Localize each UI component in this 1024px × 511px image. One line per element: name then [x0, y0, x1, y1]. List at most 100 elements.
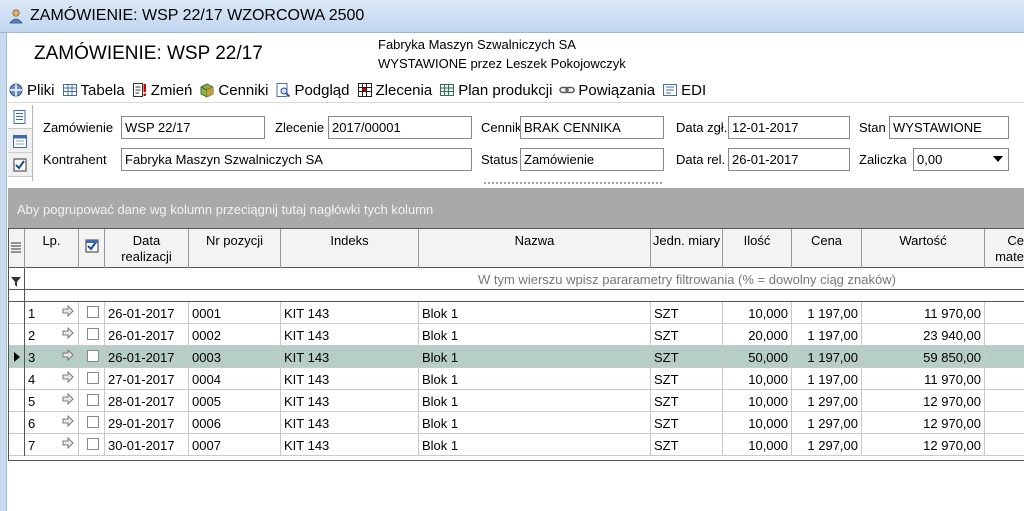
row-checkbox[interactable] — [79, 302, 105, 324]
column-header-jedn-miary[interactable]: Jedn. miary — [651, 229, 723, 268]
row-detail-arrow-icon[interactable] — [62, 414, 79, 431]
row-checkbox[interactable] — [79, 412, 105, 434]
row-indicator[interactable] — [8, 412, 25, 434]
cell-ilosc[interactable]: 10,000 — [723, 412, 792, 434]
cell-jm[interactable]: SZT — [651, 390, 723, 412]
row-indicator[interactable] — [8, 390, 25, 412]
cell-ilosc[interactable]: 20,000 — [723, 324, 792, 346]
cell-ilosc[interactable]: 10,000 — [723, 390, 792, 412]
data-zgl-field[interactable]: 12-01-2017 — [728, 116, 850, 139]
cell-jm[interactable]: SZT — [651, 434, 723, 456]
cell-nazwa[interactable]: Blok 1 — [419, 412, 651, 434]
cell-wartosc[interactable]: 59 850,00 — [862, 346, 985, 368]
cell-nr[interactable]: 0002 — [189, 324, 281, 346]
chevron-down-icon[interactable] — [991, 152, 1005, 166]
cell-jm[interactable]: SZT — [651, 346, 723, 368]
zlecenie-field[interactable]: 2017/00001 — [328, 116, 472, 139]
cell-indeks[interactable]: KIT 143 — [281, 324, 419, 346]
cell-jm[interactable]: SZT — [651, 302, 723, 324]
cell-data[interactable]: 29-01-2017 — [105, 412, 189, 434]
cell-nr[interactable]: 0006 — [189, 412, 281, 434]
tab-details[interactable] — [8, 105, 32, 129]
cell-cena[interactable]: 1 197,00 — [792, 368, 862, 390]
new-row-placeholder[interactable] — [8, 290, 1024, 302]
cell-indeks[interactable]: KIT 143 — [281, 346, 419, 368]
column-header-checkbox[interactable] — [79, 229, 105, 268]
cell-data[interactable]: 26-01-2017 — [105, 302, 189, 324]
filter-row[interactable]: W tym wierszu wpisz pararametry filtrowa… — [8, 268, 1024, 290]
cell-indeks[interactable]: KIT 143 — [281, 302, 419, 324]
pricelists-button[interactable]: Cenniki — [199, 82, 268, 99]
status-field[interactable]: Zamówienie — [520, 148, 664, 171]
cell-nr[interactable]: 0005 — [189, 390, 281, 412]
row-indicator[interactable] — [8, 434, 25, 456]
kontrahent-field[interactable]: Fabryka Maszyn Szwalniczych SA — [121, 148, 472, 171]
row-checkbox[interactable] — [79, 324, 105, 346]
cell-nr[interactable]: 0004 — [189, 368, 281, 390]
cell-wartosc[interactable]: 11 970,00 — [862, 368, 985, 390]
column-header-ilosc[interactable]: Ilość — [723, 229, 792, 268]
table-row[interactable]: 6 29-01-2017 0006 KIT 143 Blok 1 SZT 10,000 1 2… — [8, 412, 1024, 434]
cell-indeks[interactable]: KIT 143 — [281, 412, 419, 434]
cell-cena-materialu[interactable] — [985, 412, 1024, 434]
cell-jm[interactable]: SZT — [651, 368, 723, 390]
edit-button[interactable]: Zmień — [132, 82, 192, 99]
cell-cena[interactable]: 1 197,00 — [792, 324, 862, 346]
cell-wartosc[interactable]: 12 970,00 — [862, 412, 985, 434]
cell-jm[interactable]: SZT — [651, 412, 723, 434]
column-chooser-icon[interactable] — [8, 229, 25, 268]
orders-button[interactable]: Zlecenia — [357, 82, 432, 99]
column-header-indeks[interactable]: Indeks — [281, 229, 419, 268]
cell-cena-materialu[interactable] — [985, 324, 1024, 346]
cell-nr[interactable]: 0003 — [189, 346, 281, 368]
group-by-panel[interactable]: Aby pogrupować dane wg kolumn przeciągni… — [8, 188, 1024, 228]
cell-cena[interactable]: 1 297,00 — [792, 434, 862, 456]
column-header-cena-materialu[interactable]: Ce mate — [985, 229, 1024, 268]
row-detail-arrow-icon[interactable] — [62, 304, 79, 321]
cell-indeks[interactable]: KIT 143 — [281, 434, 419, 456]
cell-data[interactable]: 26-01-2017 — [105, 324, 189, 346]
cell-nr[interactable]: 0001 — [189, 302, 281, 324]
production-plan-button[interactable]: Plan produkcji — [439, 82, 552, 99]
cell-cena-materialu[interactable] — [985, 302, 1024, 324]
cell-cena[interactable]: 1 297,00 — [792, 390, 862, 412]
preview-button[interactable]: Podgląd — [275, 82, 350, 99]
cell-wartosc[interactable]: 11 970,00 — [862, 302, 985, 324]
row-detail-arrow-icon[interactable] — [62, 326, 79, 343]
cell-data[interactable]: 27-01-2017 — [105, 368, 189, 390]
files-button[interactable]: Pliki — [8, 82, 55, 99]
column-header-cena[interactable]: Cena — [792, 229, 862, 268]
table-row[interactable]: 1 26-01-2017 0001 KIT 143 Blok 1 SZT 10,000 1 1… — [8, 302, 1024, 324]
cell-nazwa[interactable]: Blok 1 — [419, 434, 651, 456]
cennik-field[interactable]: BRAK CENNIKA — [520, 116, 664, 139]
table-row[interactable]: 5 28-01-2017 0005 KIT 143 Blok 1 SZT 10,000 1 2… — [8, 390, 1024, 412]
zaliczka-select[interactable]: 0,00 — [913, 148, 1009, 171]
edi-button[interactable]: EDI — [662, 82, 706, 99]
links-button[interactable]: Powiązania — [559, 82, 655, 99]
cell-cena-materialu[interactable] — [985, 346, 1024, 368]
cell-data[interactable]: 26-01-2017 — [105, 346, 189, 368]
table-button[interactable]: Tabela — [62, 82, 125, 99]
zamowienie-field[interactable]: WSP 22/17 — [121, 116, 265, 139]
row-detail-arrow-icon[interactable] — [62, 436, 79, 453]
row-detail-arrow-icon[interactable] — [62, 348, 79, 365]
cell-ilosc[interactable]: 50,000 — [723, 346, 792, 368]
data-rel-field[interactable]: 26-01-2017 — [728, 148, 850, 171]
column-header-data-realizacji[interactable]: Data realizacji — [105, 229, 189, 268]
cell-ilosc[interactable]: 10,000 — [723, 434, 792, 456]
column-header-nr-pozycji[interactable]: Nr pozycji — [189, 229, 281, 268]
row-detail-arrow-icon[interactable] — [62, 370, 79, 387]
cell-nr[interactable]: 0007 — [189, 434, 281, 456]
cell-cena[interactable]: 1 297,00 — [792, 412, 862, 434]
cell-ilosc[interactable]: 10,000 — [723, 302, 792, 324]
cell-cena-materialu[interactable] — [985, 368, 1024, 390]
cell-nazwa[interactable]: Blok 1 — [419, 368, 651, 390]
row-indicator[interactable] — [8, 324, 25, 346]
cell-data[interactable]: 30-01-2017 — [105, 434, 189, 456]
row-checkbox[interactable] — [79, 434, 105, 456]
cell-cena-materialu[interactable] — [985, 434, 1024, 456]
table-row[interactable]: 7 30-01-2017 0007 KIT 143 Blok 1 SZT 10,000 1 2… — [8, 434, 1024, 456]
cell-cena[interactable]: 1 197,00 — [792, 302, 862, 324]
row-checkbox[interactable] — [79, 368, 105, 390]
tab-checklist[interactable] — [8, 153, 32, 177]
